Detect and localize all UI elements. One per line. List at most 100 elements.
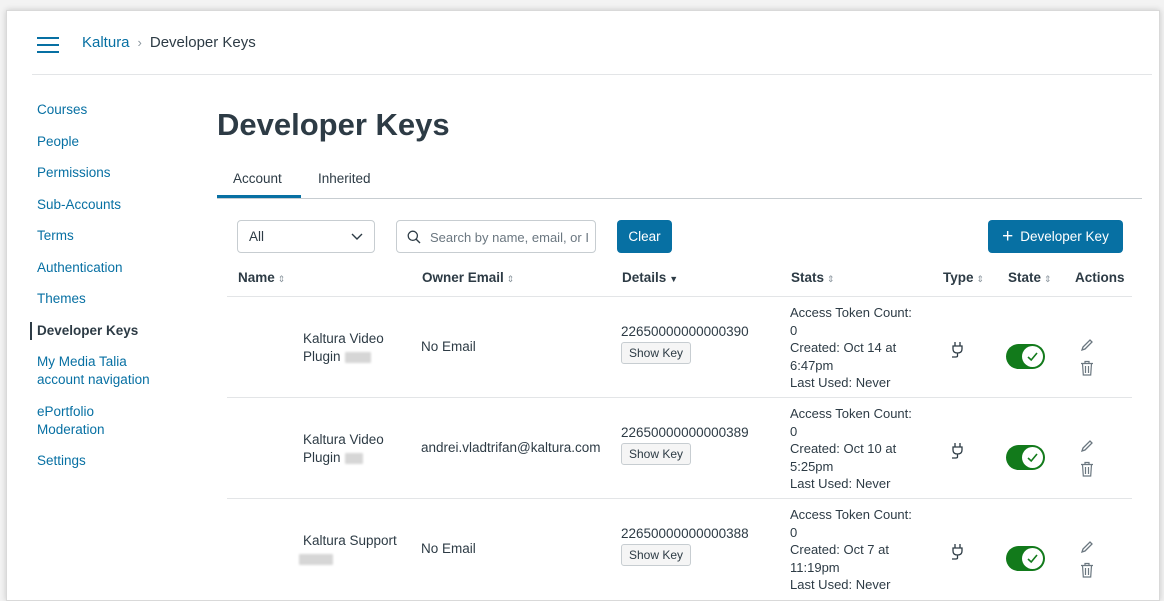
pencil-icon[interactable] <box>1079 539 1095 555</box>
key-stats: Access Token Count: 0 Created: Oct 7 at … <box>790 506 930 594</box>
sort-icon: ⇕ <box>277 274 286 284</box>
trash-icon[interactable] <box>1080 360 1094 376</box>
stats-line: 0 <box>790 423 798 439</box>
tab-inherited[interactable]: Inherited <box>318 171 371 186</box>
sidebar-item-courses[interactable]: Courses <box>30 101 200 119</box>
add-developer-key-button[interactable]: + Developer Key <box>988 220 1123 253</box>
tab-list: Account Inherited <box>217 161 1142 199</box>
key-name-line1: Kaltura Support <box>303 533 397 548</box>
sort-descending-icon: ▼ <box>669 274 679 284</box>
hamburger-icon[interactable] <box>37 37 59 53</box>
column-header-state[interactable]: State ⇕ <box>1008 270 1052 285</box>
stats-line: Last Used: Never <box>790 577 891 592</box>
key-name-line2: Plugin <box>303 349 341 364</box>
tab-account[interactable]: Account <box>233 171 282 186</box>
search-box <box>396 220 596 253</box>
column-header-name-label: Name <box>238 270 275 285</box>
plug-icon <box>952 544 963 560</box>
state-toggle[interactable] <box>1006 445 1045 470</box>
key-id: 22650000000000390 <box>621 324 749 339</box>
column-header-stats-label: Stats <box>791 270 825 285</box>
show-key-button[interactable]: Show Key <box>621 544 692 566</box>
filter-select-value: All <box>249 229 265 244</box>
key-name: Kaltura Video Plugin <box>303 330 413 366</box>
key-stats: Access Token Count: 0 Created: Oct 14 at… <box>790 304 930 392</box>
stats-line: 6:47pm <box>790 357 834 373</box>
header-divider <box>32 74 1152 75</box>
redacted-text <box>299 553 333 565</box>
sidebar-item-permissions[interactable]: Permissions <box>30 164 200 182</box>
trash-icon[interactable] <box>1080 461 1094 477</box>
stats-line: 0 <box>790 322 798 338</box>
column-header-name[interactable]: Name ⇕ <box>238 270 285 285</box>
redacted-text <box>344 351 371 363</box>
owner-email: andrei.vladtrifan@kaltura.com <box>421 440 601 455</box>
stats-line: 0 <box>790 524 798 540</box>
stats-line: Last Used: Never <box>790 476 891 491</box>
sidebar-item-authentication[interactable]: Authentication <box>30 259 200 277</box>
sidebar-item-people[interactable]: People <box>30 133 200 151</box>
pencil-icon[interactable] <box>1079 438 1095 454</box>
key-name-line1: Kaltura Video <box>303 331 384 346</box>
sort-icon: ⇕ <box>976 274 985 284</box>
plus-icon: + <box>1002 226 1014 247</box>
key-name-line1: Kaltura Video <box>303 432 384 447</box>
search-icon <box>407 230 421 244</box>
stats-line: Access Token Count: <box>790 305 912 320</box>
check-icon <box>1022 548 1043 569</box>
plug-icon <box>952 342 963 358</box>
key-name-line2: Plugin <box>303 450 341 465</box>
owner-email: No Email <box>421 541 476 556</box>
table-header: Name ⇕ Owner Email ⇕ Details ▼ Stats ⇕ Type ⇕… <box>227 270 1127 298</box>
column-header-owner-email[interactable]: Owner Email ⇕ <box>422 270 514 285</box>
state-toggle[interactable] <box>1006 344 1045 369</box>
add-developer-key-label: Developer Key <box>1020 229 1109 244</box>
sort-icon: ⇕ <box>827 274 835 284</box>
stats-line: 11:19pm <box>790 559 840 575</box>
clear-button[interactable]: Clear <box>617 220 672 253</box>
key-id: 22650000000000389 <box>621 425 749 440</box>
breadcrumb-current: Developer Keys <box>149 34 256 51</box>
table-row: Kaltura Video Plugin No Email 2265000000… <box>7 297 1159 398</box>
breadcrumb-kaltura-link[interactable]: Kaltura <box>82 34 130 51</box>
key-name: Kaltura Video Plugin <box>303 431 413 467</box>
column-header-type[interactable]: Type ⇕ <box>943 270 984 285</box>
state-toggle[interactable] <box>1006 546 1045 571</box>
page-title: Developer Keys <box>217 107 450 142</box>
column-header-stats[interactable]: Stats ⇕ <box>791 270 835 285</box>
top-bar: Kaltura › Developer Keys <box>7 11 1159 75</box>
sidebar-item-terms[interactable]: Terms <box>30 227 200 245</box>
trash-icon[interactable] <box>1080 562 1094 578</box>
app-window: Kaltura › Developer Keys Courses People … <box>6 10 1160 601</box>
filter-select[interactable]: All <box>237 220 375 253</box>
breadcrumb-separator-icon: › <box>137 35 142 50</box>
chevron-down-icon <box>351 233 363 240</box>
column-header-details[interactable]: Details ▼ <box>622 270 678 285</box>
owner-email: No Email <box>421 339 476 354</box>
show-key-button[interactable]: Show Key <box>621 443 692 465</box>
check-icon <box>1022 346 1043 367</box>
sort-icon: ⇕ <box>1044 274 1052 284</box>
show-key-button[interactable]: Show Key <box>621 342 692 364</box>
search-input[interactable] <box>430 227 590 247</box>
sort-icon: ⇕ <box>506 274 515 284</box>
table-row: Kaltura Video Plugin andrei.vladtrifan@k… <box>7 398 1159 499</box>
tab-selected-indicator <box>217 195 301 198</box>
column-header-actions: Actions <box>1075 270 1125 285</box>
stats-line: Access Token Count: <box>790 507 912 522</box>
stats-line: Access Token Count: <box>790 406 912 421</box>
pencil-icon[interactable] <box>1079 337 1095 353</box>
stats-line: 5:25pm <box>790 458 834 474</box>
sidebar-item-sub-accounts[interactable]: Sub-Accounts <box>30 196 200 214</box>
check-icon <box>1022 447 1043 468</box>
column-header-type-label: Type <box>943 270 974 285</box>
stats-line: Created: Oct 10 at <box>790 441 897 456</box>
stats-line: Last Used: Never <box>790 375 891 390</box>
key-details: 22650000000000388 Show Key <box>621 526 749 566</box>
plug-icon <box>952 443 963 459</box>
key-name: Kaltura Support <box>299 532 413 568</box>
breadcrumb: Kaltura › Developer Keys <box>82 34 256 51</box>
key-details: 22650000000000390 Show Key <box>621 324 749 364</box>
column-header-details-label: Details <box>622 270 667 285</box>
table-row: Kaltura Support No Email 226500000000003… <box>7 499 1159 600</box>
